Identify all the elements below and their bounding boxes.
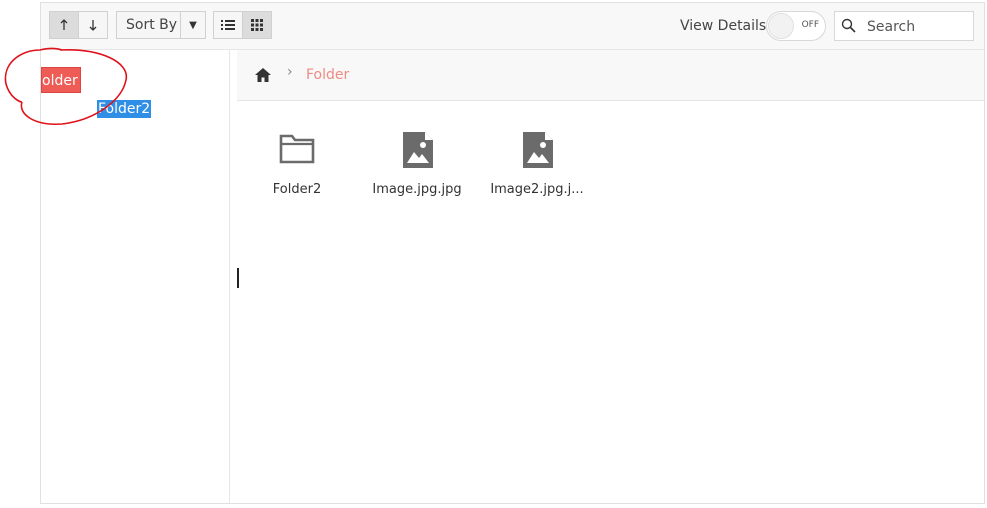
arrow-up-icon [60,19,68,30]
sort-ascending-button[interactable] [49,11,79,39]
grid-icon [251,19,263,31]
view-details-label: View Details [680,18,767,34]
toolbar: Sort By ▼ View Details OFF Search [41,3,984,50]
list-view-button[interactable] [213,11,243,39]
sort-by-dropdown[interactable]: Sort By ▼ [116,11,206,39]
caret-down-icon[interactable]: ▼ [180,12,205,38]
file-item-name: Folder2 [272,182,322,197]
breadcrumb: › Folder [237,50,984,101]
image-file-icon [523,132,553,168]
file-item-name: Image.jpg.jpg [372,182,462,197]
grid-view-button[interactable] [242,11,272,39]
search-icon [841,18,856,33]
content-pane: › Folder Folder2 Image.jpg.jpg Image2.jp… [237,50,984,503]
tree-node-folder2[interactable]: Folder2 [97,100,152,118]
search-box[interactable]: Search [834,11,974,41]
image-file-icon [403,132,433,168]
sort-descending-button[interactable] [78,11,108,39]
file-manager: Sort By ▼ View Details OFF Search older … [40,2,985,504]
navigation-tree: older Folder2 [41,50,230,503]
home-icon[interactable] [255,68,271,82]
list-icon [221,20,235,30]
folder-icon [279,134,315,164]
sort-by-label: Sort By [126,17,178,33]
view-details-toggle[interactable]: OFF [766,11,826,41]
file-item-name: Image2.jpg.j... [490,182,584,197]
search-input[interactable]: Search [867,19,915,35]
chevron-right-icon: › [287,64,293,80]
tree-node-folder[interactable]: older [41,67,81,93]
text-cursor [237,268,239,288]
breadcrumb-current[interactable]: Folder [306,67,349,83]
toggle-knob[interactable] [768,13,794,39]
toggle-state-label: OFF [801,20,819,30]
arrow-down-icon [89,20,97,31]
